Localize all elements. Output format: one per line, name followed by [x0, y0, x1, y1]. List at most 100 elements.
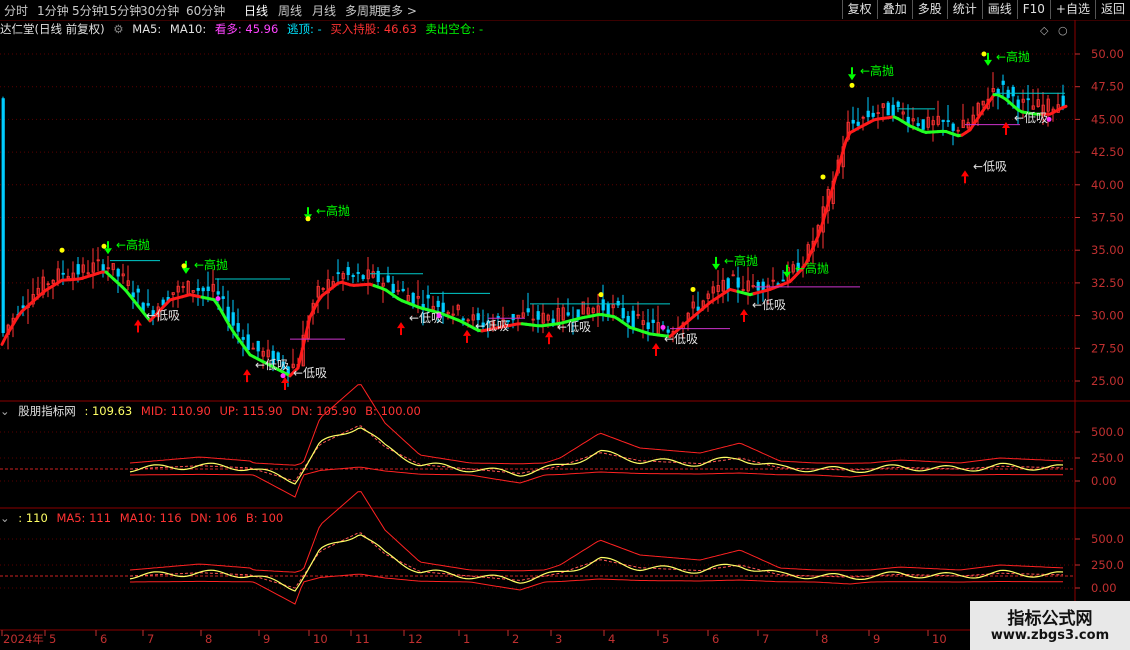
candle-body: [951, 123, 955, 131]
date-tick-label: 9: [873, 632, 880, 646]
buy-arrow-icon: [134, 319, 142, 326]
ind2-axis-tick-label: 500.0: [1091, 532, 1124, 546]
candle-body: [426, 294, 430, 299]
candle-body: [76, 264, 80, 275]
buy-signal-label: ←低吸: [973, 159, 1007, 173]
price-tick-label: 30.00: [1091, 309, 1124, 323]
date-tick-label: 3: [555, 632, 562, 646]
price-tick-label: 47.50: [1091, 80, 1124, 94]
price-tick-label: 45.00: [1091, 112, 1124, 126]
price-tick-label: 50.00: [1091, 47, 1124, 61]
price-tick-label: 37.50: [1091, 211, 1124, 225]
peak-marker: [181, 263, 187, 269]
indicator-line: [129, 534, 1064, 592]
candle-body: [386, 275, 390, 283]
candle-body: [511, 314, 515, 321]
indicator-line: [129, 427, 1064, 485]
candle-body: [1006, 89, 1010, 98]
peak-marker: [849, 82, 855, 88]
lower-band: [130, 466, 1063, 498]
buy-arrow-icon: [243, 369, 251, 376]
candle-body: [496, 316, 500, 318]
diamond-icon: ◇: [1040, 24, 1049, 37]
candle-body: [346, 267, 350, 276]
price-tick-label: 35.00: [1091, 243, 1124, 257]
sell-arrow-icon: [848, 74, 856, 81]
sell-signal-label: ←高抛: [996, 49, 1030, 64]
ind1-axis-tick-label: 500.0: [1091, 425, 1124, 439]
price-tick-label: 40.00: [1091, 178, 1124, 192]
buy-signal-label: ←低吸: [475, 319, 509, 333]
peak-marker: [981, 51, 987, 57]
candle-body: [361, 275, 365, 280]
trend-line-segment: [836, 153, 844, 171]
trough-marker: [660, 324, 666, 330]
candle-body: [231, 312, 235, 326]
buy-signal-label: ←低吸: [409, 311, 443, 325]
trend-line-segment: [1060, 104, 1068, 110]
trend-line-segment: [816, 223, 824, 238]
site-watermark: 指标公式网 www.zbgs3.com: [970, 601, 1130, 650]
buy-arrow-icon: [961, 170, 969, 177]
candle-body: [146, 303, 150, 306]
candle-body: [616, 300, 620, 306]
candle-body: [916, 123, 920, 126]
buy-arrow-icon: [397, 322, 405, 329]
date-tick-label: 8: [821, 632, 828, 646]
sell-signal-label: ←高抛: [116, 237, 150, 252]
buy-signal-label: ←低吸: [255, 358, 289, 372]
date-tick-label: 9: [263, 632, 270, 646]
candle-body: [866, 110, 870, 118]
date-tick-label: 10: [313, 632, 328, 646]
buy-signal-label: ←低吸: [752, 298, 786, 312]
candle-body: [941, 120, 945, 122]
trough-marker: [436, 313, 442, 319]
candle-body: [526, 308, 530, 313]
sell-arrow-icon: [984, 59, 992, 66]
buy-signal-label: ←低吸: [664, 332, 698, 346]
date-tick-label: 7: [762, 632, 769, 646]
candle-body: [551, 318, 555, 324]
watermark-title: 指标公式网: [1007, 609, 1093, 629]
price-tick-label: 25.00: [1091, 374, 1124, 388]
candle-body: [411, 292, 415, 304]
date-tick-label: 10: [932, 632, 947, 646]
candle-body: [221, 296, 225, 299]
candle-body: [61, 272, 65, 275]
sell-arrow-icon: [712, 263, 720, 270]
close-icon: ○: [1058, 24, 1068, 37]
candle-body: [1011, 86, 1015, 97]
sell-signal-label: ←高抛: [724, 253, 758, 268]
watermark-url: www.zbgs3.com: [990, 628, 1110, 643]
candle-body: [216, 291, 220, 295]
date-tick-label: 2: [512, 632, 519, 646]
candle-body: [896, 101, 900, 108]
ind1-axis-tick-label: 0.00: [1091, 474, 1117, 488]
sell-signal-label: ←高抛: [795, 261, 829, 276]
lower-band: [130, 573, 1063, 605]
peak-marker: [820, 174, 826, 180]
candle-body: [401, 288, 405, 292]
peak-marker: [101, 243, 107, 249]
sell-arrow-icon: [104, 248, 112, 255]
sell-signal-label: ←高抛: [316, 203, 350, 218]
candle-body: [336, 272, 340, 275]
buy-arrow-icon: [545, 331, 553, 338]
peak-marker: [59, 247, 65, 253]
date-tick-label: 4: [608, 632, 615, 646]
kline-chart-area[interactable]: 50.0047.5045.0042.5040.0037.5035.0032.50…: [0, 0, 1130, 650]
candle-body: [886, 102, 890, 116]
peak-marker: [305, 216, 311, 222]
candle-body: [891, 104, 895, 118]
candle-body: [246, 334, 250, 351]
trough-marker: [280, 373, 286, 379]
candle-body: [256, 340, 260, 352]
date-tick-label: 5: [662, 632, 669, 646]
candle-body: [236, 323, 240, 332]
candle-body: [201, 287, 205, 292]
candle-body: [196, 288, 200, 291]
peak-marker: [690, 286, 696, 292]
date-tick-label: 7: [147, 632, 154, 646]
buy-arrow-icon: [652, 342, 660, 349]
candle-body: [1001, 80, 1005, 85]
